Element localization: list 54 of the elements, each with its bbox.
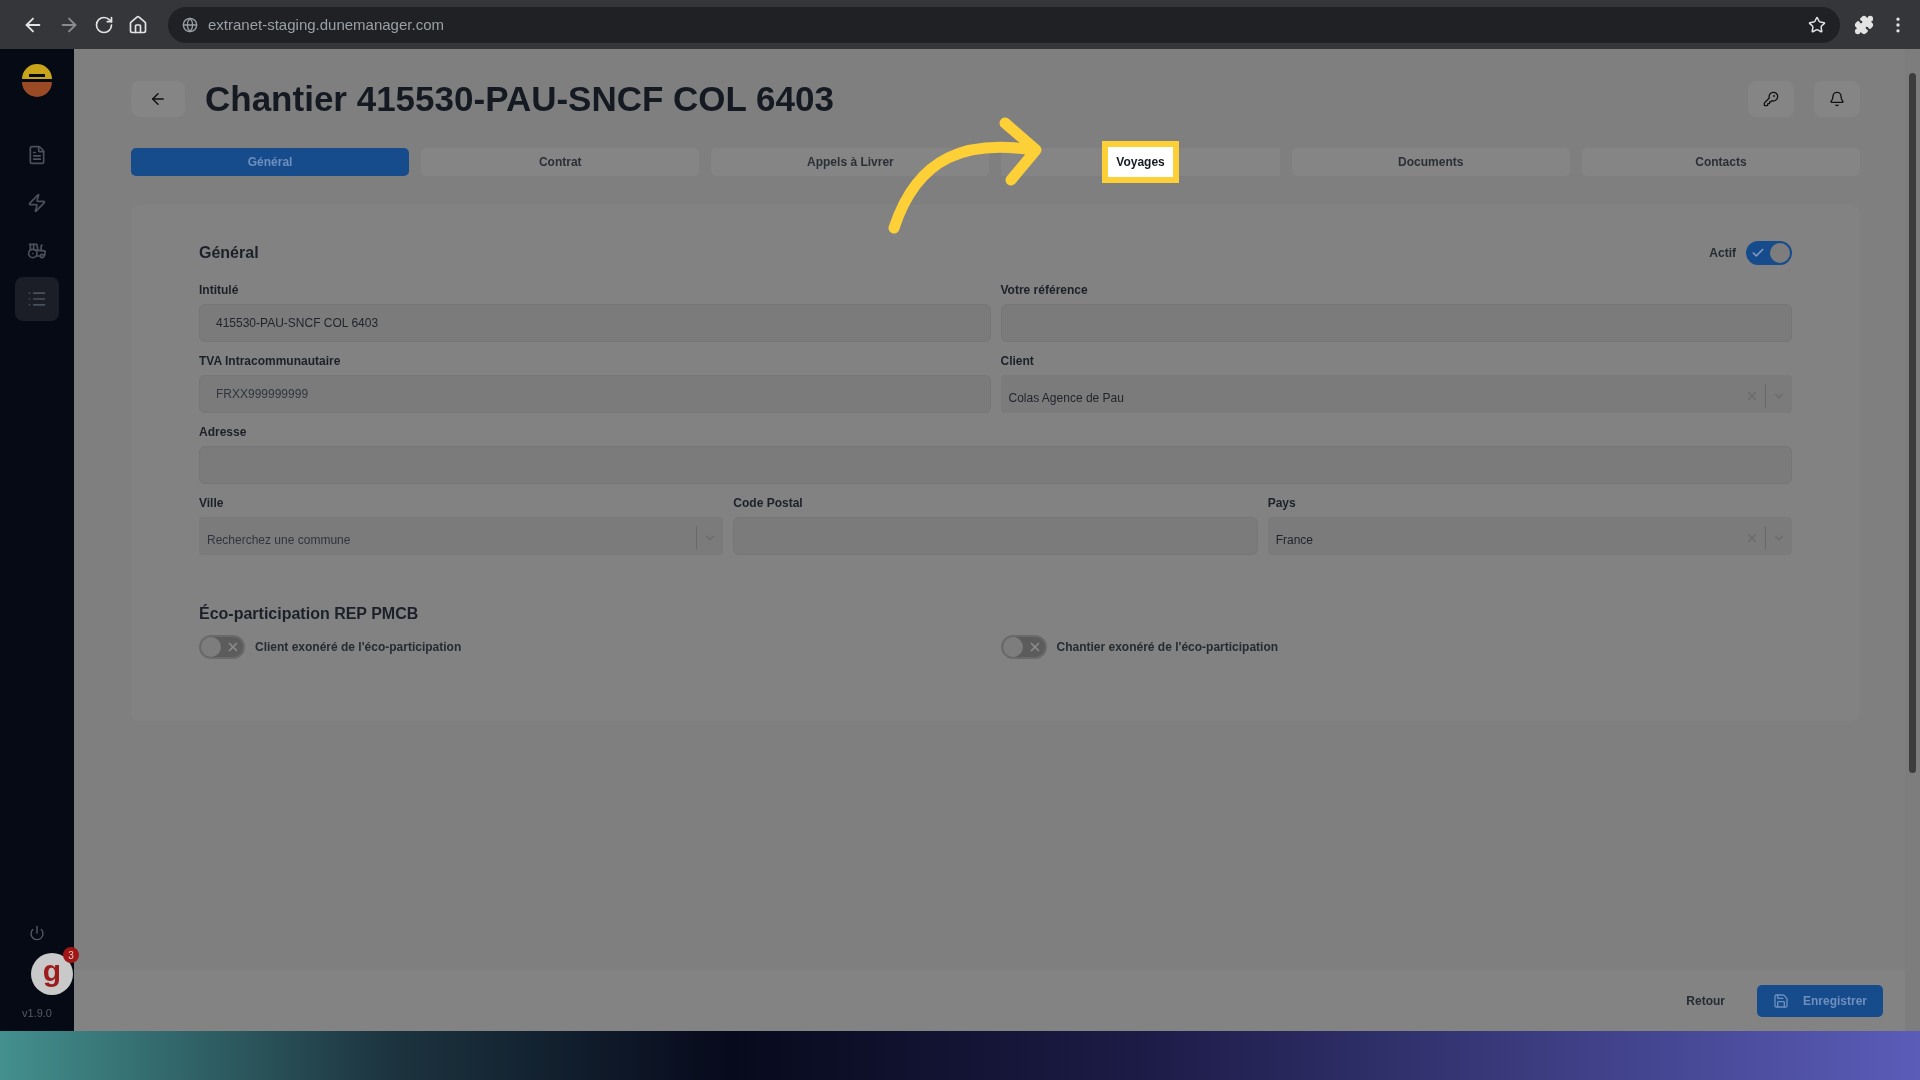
tractor-icon [27,241,47,261]
active-toggle[interactable] [1746,241,1792,265]
tab[interactable]: Voyages [1001,139,1280,185]
cross-icon [226,640,240,654]
key-button[interactable] [1748,81,1794,117]
globe-icon [182,16,198,33]
list-icon [27,289,47,309]
reload-icon[interactable] [94,14,114,35]
select-field[interactable]: Recherchez une commune [199,517,724,555]
address-bar[interactable]: extranet-staging.dunemanager.com [168,6,1840,43]
input-field[interactable]: FRXX999999999 [199,375,991,413]
toggle-label: Chantier exonéré de l'éco-participation [1056,640,1279,654]
tab[interactable]: Contacts [1581,148,1860,176]
bell-icon [1829,91,1845,107]
select-field[interactable]: France [1267,517,1792,555]
toggle-switch[interactable] [1000,635,1047,659]
field-label: Pays [1267,496,1297,510]
notification-count: 3 [63,947,79,963]
home-icon[interactable] [128,14,148,35]
save-button[interactable]: Enregistrer [1756,984,1883,1017]
field-label: Adresse [199,425,248,439]
section-title: Général [199,244,259,262]
sidebar-item[interactable] [15,277,59,321]
field-label: Votre référence [1000,283,1089,297]
back-button[interactable] [131,81,185,117]
field-label: Ville [199,496,225,510]
field-label: Code Postal [733,496,804,510]
check-icon [1751,246,1765,260]
field-label: TVA Intracommunautaire [199,354,342,368]
field-label: Client [1000,354,1035,368]
select-field[interactable]: Colas Agence de Pau [1000,375,1792,413]
toggle-label: Client exonéré de l'éco-participation [255,640,462,654]
tab[interactable]: Appels à Livrer [711,148,990,176]
tab[interactable]: Contrat [421,148,700,176]
document-icon [27,145,47,165]
lightning-icon [27,193,47,213]
puzzle-icon[interactable] [1854,14,1874,35]
input-field[interactable]: 415530-PAU-SNCF COL 6403 [199,304,991,342]
key-icon [1763,91,1779,107]
save-icon [1772,992,1789,1009]
bookmark-star-icon[interactable] [1808,15,1826,34]
tab[interactable]: Général [131,148,410,176]
version-text: v1.9.0 [22,1007,52,1019]
back-link-button[interactable]: Retour [1680,992,1731,1009]
tab[interactable]: Documents [1291,148,1570,176]
toggle-switch[interactable] [199,635,245,659]
power-icon[interactable] [29,925,45,941]
toggle-label: Actif [1709,246,1736,260]
tab-highlight: Voyages [1102,141,1179,183]
notifications-button[interactable] [1814,81,1860,117]
page-title: Chantier 415530-PAU-SNCF COL 6403 [205,79,835,119]
section-title: Éco-participation REP PMCB [199,605,420,623]
logo-icon[interactable] [19,63,55,99]
field-label: Intitulé [199,283,240,297]
